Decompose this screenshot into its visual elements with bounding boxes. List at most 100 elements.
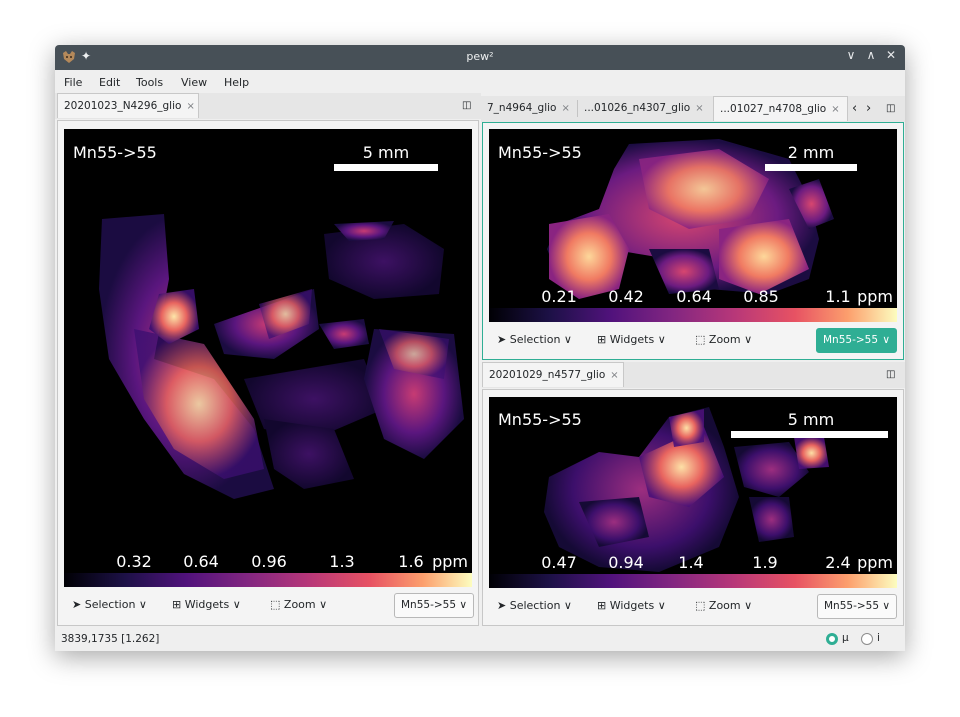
chevron-down-icon: ∨ <box>563 333 572 346</box>
chevron-down-icon: ∨ <box>657 333 666 346</box>
scale-bar-label: 5 mm <box>788 410 834 429</box>
tab-close-icon[interactable]: × <box>561 103 569 114</box>
left-laser-image[interactable]: Mn55->55 5 mm 0.32 0.64 0.96 1.3 1.6 ppm <box>64 129 472 587</box>
bottom-right-image-panel: Mn55->55 5 mm 0.47 0.94 1.4 1.9 2.4 ppm ➤ Se… <box>482 389 904 626</box>
colorbar <box>489 308 897 322</box>
zoom-rect-icon: ⬚ <box>270 598 281 611</box>
close-button[interactable]: ✕ <box>883 48 899 62</box>
tab-label: 20201023_N4296_glio <box>64 100 182 112</box>
scale-bar <box>765 164 857 171</box>
colorbar-tick-label: 1.9 <box>752 553 777 572</box>
tab-close-icon[interactable]: × <box>186 101 194 112</box>
element-select[interactable]: Mn55->55 ∨ <box>817 594 897 619</box>
colorbar-ticks: 0.32 0.64 0.96 1.3 1.6 <box>116 552 424 571</box>
cursor-icon: ➤ <box>72 598 82 611</box>
cursor-icon: ➤ <box>497 599 507 612</box>
tab-label: ...01026_n4307_glio <box>584 102 691 114</box>
element-select[interactable]: Mn55->55 ∨ <box>394 593 474 618</box>
top-right-tab-bar: 7_n4964_glio × ...01026_n4307_glio × ...01… <box>481 96 905 122</box>
left-toolbar: ➤ Selection ∨ ⊞ Widgets ∨ ⬚ Zoom ∨ Mn55-… <box>58 590 478 620</box>
tab-scroll-left-icon[interactable]: ‹ <box>852 101 857 116</box>
colorbar-tick-label: 0.42 <box>608 287 644 306</box>
widgets-tool-button[interactable]: ⊞ Widgets ∨ <box>172 598 241 611</box>
title-bar: ✦ pew² ∨ ∧ ✕ <box>55 45 905 70</box>
selection-tool-button[interactable]: ➤ Selection ∨ <box>72 598 147 611</box>
zoom-tool-button[interactable]: ⬚ Zoom ∨ <box>695 599 752 612</box>
split-view-icon[interactable]: ◫ <box>886 369 895 380</box>
widgets-icon: ⊞ <box>597 333 607 346</box>
colorbar-unit: ppm <box>857 287 893 306</box>
split-view-icon[interactable]: ◫ <box>886 103 895 114</box>
chevron-down-icon: ∨ <box>744 333 753 346</box>
tab-close-icon[interactable]: × <box>695 103 703 114</box>
chevron-down-icon: ∨ <box>563 599 572 612</box>
unit-pixel-radio[interactable] <box>861 633 873 645</box>
widgets-tool-button[interactable]: ⊞ Widgets ∨ <box>597 333 666 346</box>
widgets-icon: ⊞ <box>597 599 607 612</box>
scale-bar-label: 2 mm <box>788 143 834 162</box>
zoom-tool-button[interactable]: ⬚ Zoom ∨ <box>270 598 327 611</box>
element-select[interactable]: Mn55->55 ∨ <box>816 328 897 353</box>
unit-micro-radio[interactable] <box>826 633 838 645</box>
colorbar-tick-label: 0.32 <box>116 552 152 571</box>
menu-bar: File Edit Tools View Help <box>55 70 905 92</box>
unit-micro-label: μ <box>842 632 849 644</box>
menu-tools[interactable]: Tools <box>136 76 163 89</box>
scale-bar <box>731 431 888 438</box>
menu-edit[interactable]: Edit <box>99 76 120 89</box>
colorbar-tick-label: 1.6 <box>398 552 423 571</box>
cursor-coordinates: 3839,1735 [1.262] <box>61 633 160 645</box>
colorbar-tick-label: 2.4 <box>825 553 850 572</box>
split-view-icon[interactable]: ◫ <box>462 100 471 111</box>
zoom-rect-icon: ⬚ <box>695 599 706 612</box>
menu-file[interactable]: File <box>64 76 82 89</box>
tab-n4307[interactable]: ...01026_n4307_glio × <box>578 96 713 121</box>
top-right-image-svg: Mn55->55 2 mm 0.21 0.42 0.64 0.85 1.1 ppm <box>489 139 897 322</box>
colorbar-tick-label: 0.64 <box>183 552 219 571</box>
status-bar: 3839,1735 [1.262] μ i <box>55 628 905 651</box>
zoom-rect-icon: ⬚ <box>695 333 706 346</box>
colorbar-tick-label: 0.64 <box>676 287 712 306</box>
element-label: Mn55->55 <box>498 410 582 429</box>
colorbar-tick-label: 0.94 <box>608 553 644 572</box>
scale-bar <box>334 164 438 171</box>
tab-20201029-n4577[interactable]: 20201029_n4577_glio × <box>482 362 624 387</box>
colorbar <box>64 573 472 587</box>
menu-help[interactable]: Help <box>224 76 249 89</box>
selection-tool-button[interactable]: ➤ Selection ∨ <box>497 599 572 612</box>
window-title: pew² <box>466 50 494 63</box>
bottom-right-toolbar: ➤ Selection ∨ ⊞ Widgets ∨ ⬚ Zoom ∨ Mn55-… <box>483 591 903 621</box>
chevron-down-icon: ∨ <box>882 600 890 612</box>
zoom-tool-button[interactable]: ⬚ Zoom ∨ <box>695 333 752 346</box>
tissue-map <box>99 214 464 499</box>
menu-view[interactable]: View <box>181 76 207 89</box>
colorbar-unit: ppm <box>432 552 468 571</box>
widgets-icon: ⊞ <box>172 598 182 611</box>
unit-pixel-label: i <box>877 632 880 644</box>
tab-n4964[interactable]: 7_n4964_glio × <box>481 96 577 121</box>
tab-close-icon[interactable]: × <box>610 370 618 381</box>
bottom-right-laser-image[interactable]: Mn55->55 5 mm 0.47 0.94 1.4 1.9 2.4 ppm <box>489 397 897 588</box>
minimize-button[interactable]: ∨ <box>843 48 859 62</box>
colorbar-tick-label: 0.85 <box>743 287 779 306</box>
colorbar-tick-label: 1.1 <box>825 287 850 306</box>
tab-20201023-n4296[interactable]: 20201023_N4296_glio × <box>57 93 199 118</box>
top-right-laser-image[interactable]: Mn55->55 2 mm 0.21 0.42 0.64 0.85 1.1 ppm <box>489 129 897 322</box>
tab-scroll-right-icon[interactable]: › <box>866 101 871 116</box>
widgets-tool-button[interactable]: ⊞ Widgets ∨ <box>597 599 666 612</box>
colorbar-tick-label: 1.3 <box>329 552 354 571</box>
tab-n4708[interactable]: ...01027_n4708_glio × <box>713 96 848 121</box>
top-right-toolbar: ➤ Selection ∨ ⊞ Widgets ∨ ⬚ Zoom ∨ Mn55-… <box>483 325 903 355</box>
tab-close-icon[interactable]: × <box>831 104 839 115</box>
selection-tool-button[interactable]: ➤ Selection ∨ <box>497 333 572 346</box>
app-window: ✦ pew² ∨ ∧ ✕ File Edit Tools View Help 2… <box>55 45 905 651</box>
maximize-button[interactable]: ∧ <box>863 48 879 62</box>
tab-label: 20201029_n4577_glio <box>489 369 606 381</box>
element-label: Mn55->55 <box>73 143 157 162</box>
colorbar-unit: ppm <box>857 553 893 572</box>
colorbar-tick-label: 0.47 <box>541 553 577 572</box>
bottom-right-image-svg: Mn55->55 5 mm 0.47 0.94 1.4 1.9 2.4 ppm <box>489 407 897 588</box>
chevron-down-icon: ∨ <box>459 599 467 611</box>
left-tab-bar: 20201023_N4296_glio × ◫ <box>55 93 481 119</box>
colorbar-tick-label: 0.21 <box>541 287 577 306</box>
